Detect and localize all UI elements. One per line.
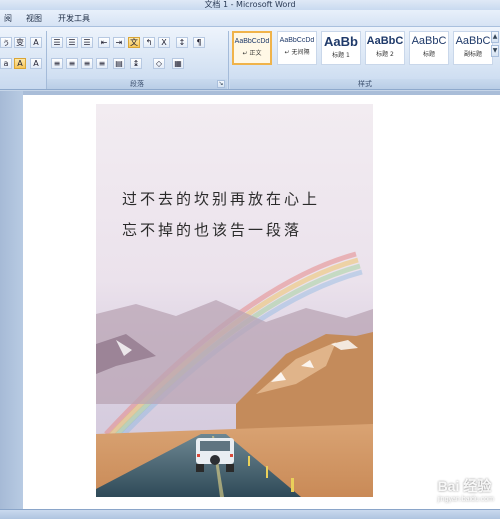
justify-button[interactable]: ≡ [96,58,108,69]
bullets-button[interactable]: ☰ [51,37,63,48]
style-subtitle[interactable]: AaBbC 副标题 [453,31,493,65]
shading-button[interactable]: ◇ [153,58,165,69]
style-sample: AaBbCcDd [234,38,270,45]
style-sample: AaBbC [455,35,491,47]
phonetic-guide-button[interactable]: ぅ [0,37,12,48]
watermark-subtext: jingyan.baidu.com [437,496,494,503]
styles-scroll-down-icon[interactable]: ▼ [491,45,499,57]
increase-indent-button[interactable]: ⇥ [113,37,125,48]
window-title: 文档 1 - Microsoft Word [204,0,296,9]
style-name: 副标题 [463,51,482,58]
inserted-picture[interactable] [96,104,373,497]
menu-item-developer[interactable]: 开发工具 [58,10,90,27]
asian-layout-button[interactable]: X [158,37,170,48]
sort-button[interactable]: ↕ [176,37,188,48]
style-title[interactable]: AaBbC 标题 [409,31,449,65]
line-spacing-button[interactable]: ↨ [130,58,142,69]
highlight-button[interactable]: a [0,58,12,69]
align-left-button[interactable]: ≡ [51,58,63,69]
ribbon: ぅ 变 A a A A ☰ ☰ ☰ ⇤ ⇥ 文 ↰ X ↕ ¶ ≡ ≡ ≡ ≡ … [0,27,500,90]
status-bar [0,509,500,519]
style-name: ↵ 无间隔 [284,49,310,56]
landscape-illustration [96,104,373,497]
style-name: 标题 [422,51,435,58]
styles-group-label: 样式 [230,79,500,89]
char-border-button[interactable]: 变 [14,37,26,48]
watermark: Bai 经验 jingyan.baidu.com [438,476,494,503]
menu-bar: 阅 视图 开发工具 [0,10,500,27]
chinese-layout-button[interactable]: 文 [128,37,140,48]
decrease-indent-button[interactable]: ⇤ [98,37,110,48]
paragraph-group-label: 段落 [47,79,227,89]
align-center-button[interactable]: ≡ [66,58,78,69]
style-heading-1[interactable]: AaBb 标题 1 [321,31,361,65]
style-normal[interactable]: AaBbCcDd ↵ 正文 [232,31,272,65]
char-shading-button[interactable]: A [30,37,42,48]
style-sample: AaBb [324,34,358,49]
style-no-spacing[interactable]: AaBbCcDd ↵ 无间隔 [277,31,317,65]
poem-line-2: 忘不掉的也该告一段落 [122,221,303,239]
poem-line-1: 过不去的坎别再放在心上 [122,190,321,208]
watermark-text: Bai 经验 [437,478,492,494]
group-separator [228,31,229,89]
rtl-button[interactable]: ↰ [143,37,155,48]
style-name: 标题 2 [376,51,394,58]
multilevel-list-button[interactable]: ☰ [81,37,93,48]
show-marks-button[interactable]: ¶ [193,37,205,48]
menu-item-review[interactable]: 阅 [4,10,12,27]
style-heading-2[interactable]: AaBbC 标题 2 [365,31,405,65]
distributed-button[interactable]: ▤ [113,58,125,69]
styles-scroll-up-icon[interactable]: ▲ [491,31,499,43]
paragraph-dialog-launcher-icon[interactable]: ↘ [217,80,225,88]
align-right-button[interactable]: ≡ [81,58,93,69]
borders-button[interactable]: ▦ [172,58,184,69]
style-sample: AaBbC [411,35,447,47]
enclose-char-button[interactable]: A [30,58,42,69]
style-sample: AaBbC [366,35,404,47]
style-name: 标题 1 [332,52,350,59]
style-sample: AaBbCcDd [279,37,315,44]
menu-item-view[interactable]: 视图 [26,10,42,27]
window-title-bar: 文档 1 - Microsoft Word [0,0,500,10]
style-name: ↵ 正文 [242,50,262,57]
numbering-button[interactable]: ☰ [66,37,78,48]
left-margin-strip [0,91,23,510]
font-color-button[interactable]: A [14,58,26,69]
